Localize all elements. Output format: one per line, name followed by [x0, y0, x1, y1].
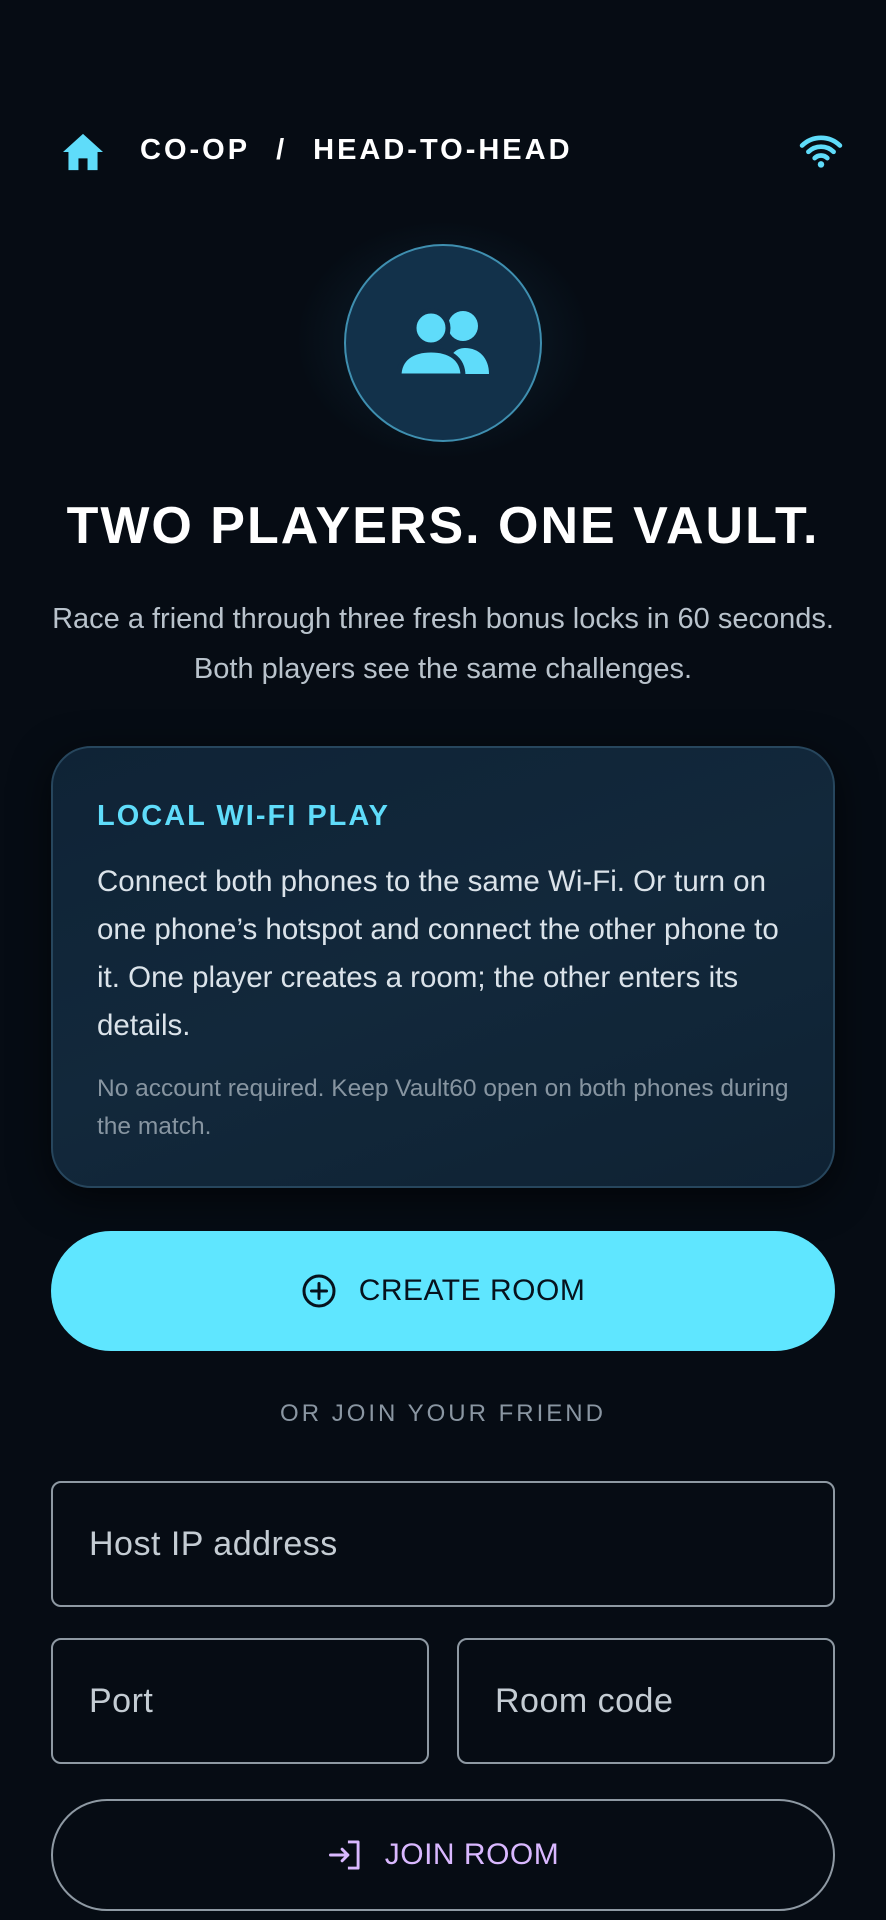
- create-room-label: CREATE ROOM: [358, 1274, 586, 1307]
- port-field: [51, 1638, 429, 1764]
- join-room-button[interactable]: JOIN ROOM: [51, 1799, 835, 1911]
- info-card-body: Connect both phones to the same Wi-Fi. O…: [97, 865, 779, 1042]
- breadcrumb: CO-OP / HEAD-TO-HEAD: [140, 134, 573, 167]
- info-card-note: No account required. Keep Vault60 open o…: [97, 1075, 789, 1140]
- port-input[interactable]: [53, 1640, 427, 1762]
- breadcrumb-item-head-to-head: HEAD-TO-HEAD: [313, 134, 573, 166]
- host-ip-input[interactable]: [53, 1483, 833, 1605]
- add-circle-icon: [302, 1274, 336, 1308]
- page-subtitle: Race a friend through three fresh bonus …: [52, 603, 834, 685]
- login-icon: [328, 1840, 360, 1870]
- host-ip-field: [51, 1481, 835, 1607]
- create-room-button[interactable]: CREATE ROOM: [51, 1231, 835, 1351]
- wifi-icon: [799, 135, 843, 168]
- info-card: LOCAL WI-FI PLAY Connect both phones to …: [51, 746, 835, 1188]
- breadcrumb-item-co-op: CO-OP: [140, 134, 251, 166]
- home-icon[interactable]: [61, 132, 105, 172]
- top-bar: CO-OP / HEAD-TO-HEAD: [0, 118, 886, 184]
- breadcrumb-separator: /: [276, 134, 288, 166]
- page-title: TWO PLAYERS. ONE VAULT.: [66, 497, 820, 555]
- room-code-field: [457, 1638, 835, 1764]
- two-players-icon: [397, 308, 489, 378]
- join-room-label: JOIN ROOM: [384, 1838, 560, 1871]
- room-code-input[interactable]: [459, 1640, 833, 1762]
- hero-icon-badge: [344, 244, 542, 442]
- co-op-screen: CO-OP / HEAD-TO-HEAD TWO PLAYERS. ONE VA…: [0, 0, 886, 1920]
- join-divider-text: OR JOIN YOUR FRIEND: [280, 1400, 606, 1427]
- info-card-title: LOCAL WI-FI PLAY: [97, 800, 390, 832]
